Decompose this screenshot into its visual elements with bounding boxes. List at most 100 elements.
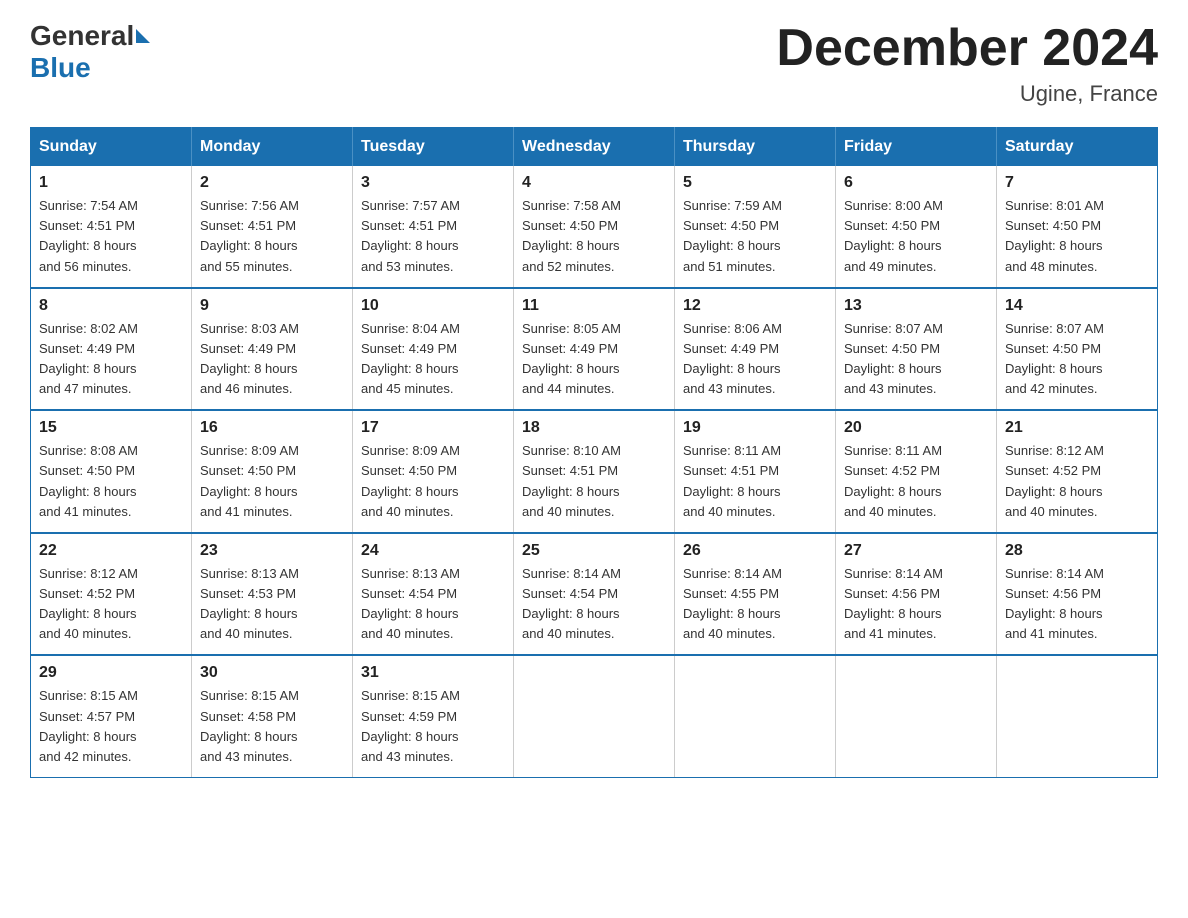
day-info: Sunrise: 8:05 AMSunset: 4:49 PMDaylight:… [522,319,666,400]
day-number: 12 [683,297,827,315]
calendar-cell: 13 Sunrise: 8:07 AMSunset: 4:50 PMDaylig… [836,288,997,411]
weekday-header-tuesday: Tuesday [353,128,514,167]
calendar-cell: 3 Sunrise: 7:57 AMSunset: 4:51 PMDayligh… [353,166,514,288]
calendar-cell: 2 Sunrise: 7:56 AMSunset: 4:51 PMDayligh… [192,166,353,288]
location: Ugine, France [776,81,1158,107]
weekday-header-monday: Monday [192,128,353,167]
day-number: 4 [522,174,666,192]
day-info: Sunrise: 8:15 AMSunset: 4:58 PMDaylight:… [200,686,344,767]
day-number: 18 [522,419,666,437]
calendar-cell: 21 Sunrise: 8:12 AMSunset: 4:52 PMDaylig… [997,410,1158,533]
day-number: 17 [361,419,505,437]
day-number: 21 [1005,419,1149,437]
day-number: 6 [844,174,988,192]
day-info: Sunrise: 8:08 AMSunset: 4:50 PMDaylight:… [39,441,183,522]
logo-blue-text: Blue [30,52,91,83]
day-number: 19 [683,419,827,437]
day-info: Sunrise: 8:15 AMSunset: 4:59 PMDaylight:… [361,686,505,767]
day-info: Sunrise: 8:14 AMSunset: 4:54 PMDaylight:… [522,564,666,645]
day-info: Sunrise: 8:13 AMSunset: 4:54 PMDaylight:… [361,564,505,645]
calendar-cell: 23 Sunrise: 8:13 AMSunset: 4:53 PMDaylig… [192,533,353,656]
day-number: 29 [39,664,183,682]
logo-general-text: General [30,20,134,52]
day-info: Sunrise: 8:14 AMSunset: 4:56 PMDaylight:… [1005,564,1149,645]
calendar-cell: 16 Sunrise: 8:09 AMSunset: 4:50 PMDaylig… [192,410,353,533]
day-info: Sunrise: 8:09 AMSunset: 4:50 PMDaylight:… [200,441,344,522]
calendar-cell: 17 Sunrise: 8:09 AMSunset: 4:50 PMDaylig… [353,410,514,533]
calendar-cell [997,655,1158,777]
day-info: Sunrise: 7:54 AMSunset: 4:51 PMDaylight:… [39,196,183,277]
day-number: 14 [1005,297,1149,315]
calendar-cell: 26 Sunrise: 8:14 AMSunset: 4:55 PMDaylig… [675,533,836,656]
week-row-3: 15 Sunrise: 8:08 AMSunset: 4:50 PMDaylig… [31,410,1158,533]
calendar-cell: 30 Sunrise: 8:15 AMSunset: 4:58 PMDaylig… [192,655,353,777]
day-info: Sunrise: 8:06 AMSunset: 4:49 PMDaylight:… [683,319,827,400]
day-number: 27 [844,542,988,560]
day-info: Sunrise: 8:07 AMSunset: 4:50 PMDaylight:… [1005,319,1149,400]
calendar-cell: 19 Sunrise: 8:11 AMSunset: 4:51 PMDaylig… [675,410,836,533]
week-row-4: 22 Sunrise: 8:12 AMSunset: 4:52 PMDaylig… [31,533,1158,656]
day-info: Sunrise: 8:02 AMSunset: 4:49 PMDaylight:… [39,319,183,400]
calendar-cell: 18 Sunrise: 8:10 AMSunset: 4:51 PMDaylig… [514,410,675,533]
weekday-header-wednesday: Wednesday [514,128,675,167]
calendar-cell: 4 Sunrise: 7:58 AMSunset: 4:50 PMDayligh… [514,166,675,288]
calendar-cell: 20 Sunrise: 8:11 AMSunset: 4:52 PMDaylig… [836,410,997,533]
day-number: 10 [361,297,505,315]
weekday-header-row: SundayMondayTuesdayWednesdayThursdayFrid… [31,128,1158,167]
week-row-2: 8 Sunrise: 8:02 AMSunset: 4:49 PMDayligh… [31,288,1158,411]
calendar-cell: 27 Sunrise: 8:14 AMSunset: 4:56 PMDaylig… [836,533,997,656]
month-title: December 2024 [776,20,1158,77]
calendar-cell [675,655,836,777]
calendar-table: SundayMondayTuesdayWednesdayThursdayFrid… [30,127,1158,778]
weekday-header-sunday: Sunday [31,128,192,167]
week-row-5: 29 Sunrise: 8:15 AMSunset: 4:57 PMDaylig… [31,655,1158,777]
day-number: 31 [361,664,505,682]
day-number: 3 [361,174,505,192]
day-info: Sunrise: 8:01 AMSunset: 4:50 PMDaylight:… [1005,196,1149,277]
day-info: Sunrise: 8:12 AMSunset: 4:52 PMDaylight:… [39,564,183,645]
day-number: 5 [683,174,827,192]
calendar-cell: 7 Sunrise: 8:01 AMSunset: 4:50 PMDayligh… [997,166,1158,288]
calendar-cell: 6 Sunrise: 8:00 AMSunset: 4:50 PMDayligh… [836,166,997,288]
logo: General Blue [30,20,152,84]
day-number: 15 [39,419,183,437]
day-info: Sunrise: 7:59 AMSunset: 4:50 PMDaylight:… [683,196,827,277]
page-header: General Blue December 2024 Ugine, France [30,20,1158,107]
calendar-cell: 25 Sunrise: 8:14 AMSunset: 4:54 PMDaylig… [514,533,675,656]
calendar-cell [514,655,675,777]
day-info: Sunrise: 8:14 AMSunset: 4:55 PMDaylight:… [683,564,827,645]
day-number: 24 [361,542,505,560]
day-number: 26 [683,542,827,560]
calendar-cell: 8 Sunrise: 8:02 AMSunset: 4:49 PMDayligh… [31,288,192,411]
day-number: 11 [522,297,666,315]
day-info: Sunrise: 7:58 AMSunset: 4:50 PMDaylight:… [522,196,666,277]
day-number: 16 [200,419,344,437]
day-number: 28 [1005,542,1149,560]
calendar-cell [836,655,997,777]
day-info: Sunrise: 7:56 AMSunset: 4:51 PMDaylight:… [200,196,344,277]
day-number: 1 [39,174,183,192]
day-number: 20 [844,419,988,437]
calendar-cell: 5 Sunrise: 7:59 AMSunset: 4:50 PMDayligh… [675,166,836,288]
title-block: December 2024 Ugine, France [776,20,1158,107]
day-number: 2 [200,174,344,192]
day-info: Sunrise: 8:15 AMSunset: 4:57 PMDaylight:… [39,686,183,767]
day-info: Sunrise: 8:11 AMSunset: 4:52 PMDaylight:… [844,441,988,522]
day-number: 30 [200,664,344,682]
day-info: Sunrise: 8:12 AMSunset: 4:52 PMDaylight:… [1005,441,1149,522]
day-number: 8 [39,297,183,315]
calendar-cell: 15 Sunrise: 8:08 AMSunset: 4:50 PMDaylig… [31,410,192,533]
calendar-cell: 10 Sunrise: 8:04 AMSunset: 4:49 PMDaylig… [353,288,514,411]
day-info: Sunrise: 8:14 AMSunset: 4:56 PMDaylight:… [844,564,988,645]
day-number: 22 [39,542,183,560]
calendar-cell: 1 Sunrise: 7:54 AMSunset: 4:51 PMDayligh… [31,166,192,288]
calendar-cell: 29 Sunrise: 8:15 AMSunset: 4:57 PMDaylig… [31,655,192,777]
day-info: Sunrise: 8:03 AMSunset: 4:49 PMDaylight:… [200,319,344,400]
weekday-header-friday: Friday [836,128,997,167]
weekday-header-thursday: Thursday [675,128,836,167]
calendar-cell: 14 Sunrise: 8:07 AMSunset: 4:50 PMDaylig… [997,288,1158,411]
day-info: Sunrise: 8:07 AMSunset: 4:50 PMDaylight:… [844,319,988,400]
calendar-cell: 12 Sunrise: 8:06 AMSunset: 4:49 PMDaylig… [675,288,836,411]
day-info: Sunrise: 8:00 AMSunset: 4:50 PMDaylight:… [844,196,988,277]
day-info: Sunrise: 8:04 AMSunset: 4:49 PMDaylight:… [361,319,505,400]
